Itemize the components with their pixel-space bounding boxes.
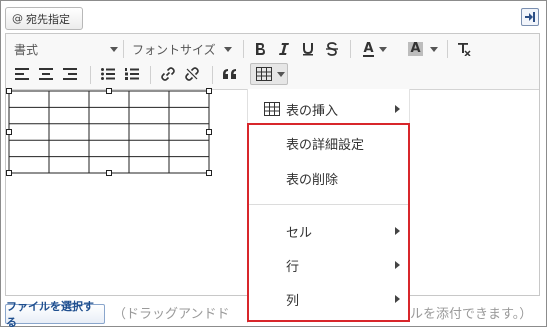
select-file-button[interactable]: ファイルを選択する — [5, 300, 105, 327]
menu-item-table-details[interactable]: 表の詳細設定 — [248, 129, 410, 157]
toolbar-divider — [350, 40, 351, 58]
toolbar-divider — [212, 66, 213, 84]
align-right-icon — [63, 68, 77, 80]
text-color-button[interactable]: A — [361, 39, 389, 59]
bullet-list-button[interactable] — [98, 64, 118, 84]
font-size-select[interactable]: フォントサイズ — [132, 38, 232, 60]
toolbar-divider — [150, 66, 151, 84]
drop-hint-text: （ドラッグアンドド — [113, 307, 230, 322]
compose-panel: @ 宛先指定 書式 フォントサイズ A A 表の挿入 表の詳細設定 表の削除 セ… — [0, 0, 547, 327]
menu-item-label: セル — [286, 225, 313, 241]
link-button[interactable] — [158, 64, 178, 84]
menu-item-delete-table[interactable]: 表の削除 — [248, 164, 410, 192]
link-icon — [161, 67, 175, 81]
italic-button[interactable] — [274, 39, 294, 59]
table-button[interactable] — [250, 63, 288, 85]
chevron-down-icon — [110, 47, 118, 52]
table-dropdown-menu: 表の挿入 表の詳細設定 表の削除 セル 行 列 — [247, 89, 410, 323]
menu-item-label: 表の詳細設定 — [286, 137, 365, 153]
table-icon — [256, 67, 272, 81]
toolbar-divider — [447, 40, 448, 58]
align-right-button[interactable] — [60, 64, 80, 84]
background-color-button[interactable]: A — [405, 39, 441, 59]
align-center-button[interactable] — [36, 64, 56, 84]
underline-button[interactable] — [298, 39, 318, 59]
menu-item-row[interactable]: 行 — [248, 251, 410, 279]
mention-label: 宛先指定 — [26, 12, 70, 26]
italic-icon — [279, 43, 289, 55]
menu-item-label: 表の削除 — [286, 172, 339, 188]
strikethrough-icon — [326, 42, 338, 56]
blockquote-button[interactable] — [220, 64, 240, 84]
chevron-down-icon — [224, 47, 232, 52]
unlink-icon — [185, 67, 199, 81]
quote-icon — [223, 69, 236, 79]
chevron-down-icon — [429, 46, 438, 52]
menu-item-label: 行 — [286, 259, 300, 275]
background-color-icon: A — [408, 41, 423, 56]
chevron-right-icon — [395, 105, 400, 113]
font-size-select-label: フォントサイズ — [132, 42, 216, 57]
bold-button[interactable] — [250, 39, 270, 59]
unlink-button[interactable] — [182, 64, 202, 84]
numbered-list-button[interactable] — [122, 64, 142, 84]
format-select-label: 書式 — [14, 42, 39, 57]
menu-item-insert-table[interactable]: 表の挿入 — [248, 95, 410, 123]
menu-item-cell[interactable]: セル — [248, 217, 410, 245]
format-select[interactable]: 書式 — [14, 38, 118, 60]
align-left-icon — [15, 68, 29, 80]
inserted-table[interactable] — [5, 87, 215, 179]
bullet-list-icon — [101, 68, 115, 80]
text-color-icon: A — [363, 40, 374, 57]
menu-item-label: 列 — [286, 293, 300, 309]
numbered-list-icon — [125, 68, 139, 80]
underline-icon — [303, 43, 313, 56]
clear-format-icon — [458, 43, 471, 56]
toolbar-divider — [90, 66, 91, 84]
bold-icon — [256, 43, 265, 55]
chevron-right-icon — [395, 295, 400, 303]
drop-hint-text-end: ルを添付できます。） — [410, 307, 533, 322]
align-left-button[interactable] — [12, 64, 32, 84]
expand-icon[interactable] — [521, 8, 539, 26]
table-icon — [264, 102, 280, 116]
clear-format-button[interactable] — [454, 39, 474, 59]
strikethrough-button[interactable] — [322, 39, 342, 59]
mention-button[interactable]: @ 宛先指定 — [5, 7, 83, 30]
chevron-right-icon — [395, 227, 400, 235]
toolbar-divider — [243, 40, 244, 58]
menu-item-label: 表の挿入 — [286, 103, 339, 119]
editor-toolbar: 書式 フォントサイズ A A — [6, 34, 539, 90]
chevron-down-icon — [378, 46, 387, 52]
toolbar-divider — [123, 40, 124, 58]
menu-item-column[interactable]: 列 — [248, 285, 410, 313]
at-icon: @ — [12, 12, 23, 25]
align-center-icon — [39, 68, 53, 80]
chevron-right-icon — [395, 261, 400, 269]
menu-divider — [248, 204, 410, 205]
chevron-down-icon — [277, 72, 285, 77]
